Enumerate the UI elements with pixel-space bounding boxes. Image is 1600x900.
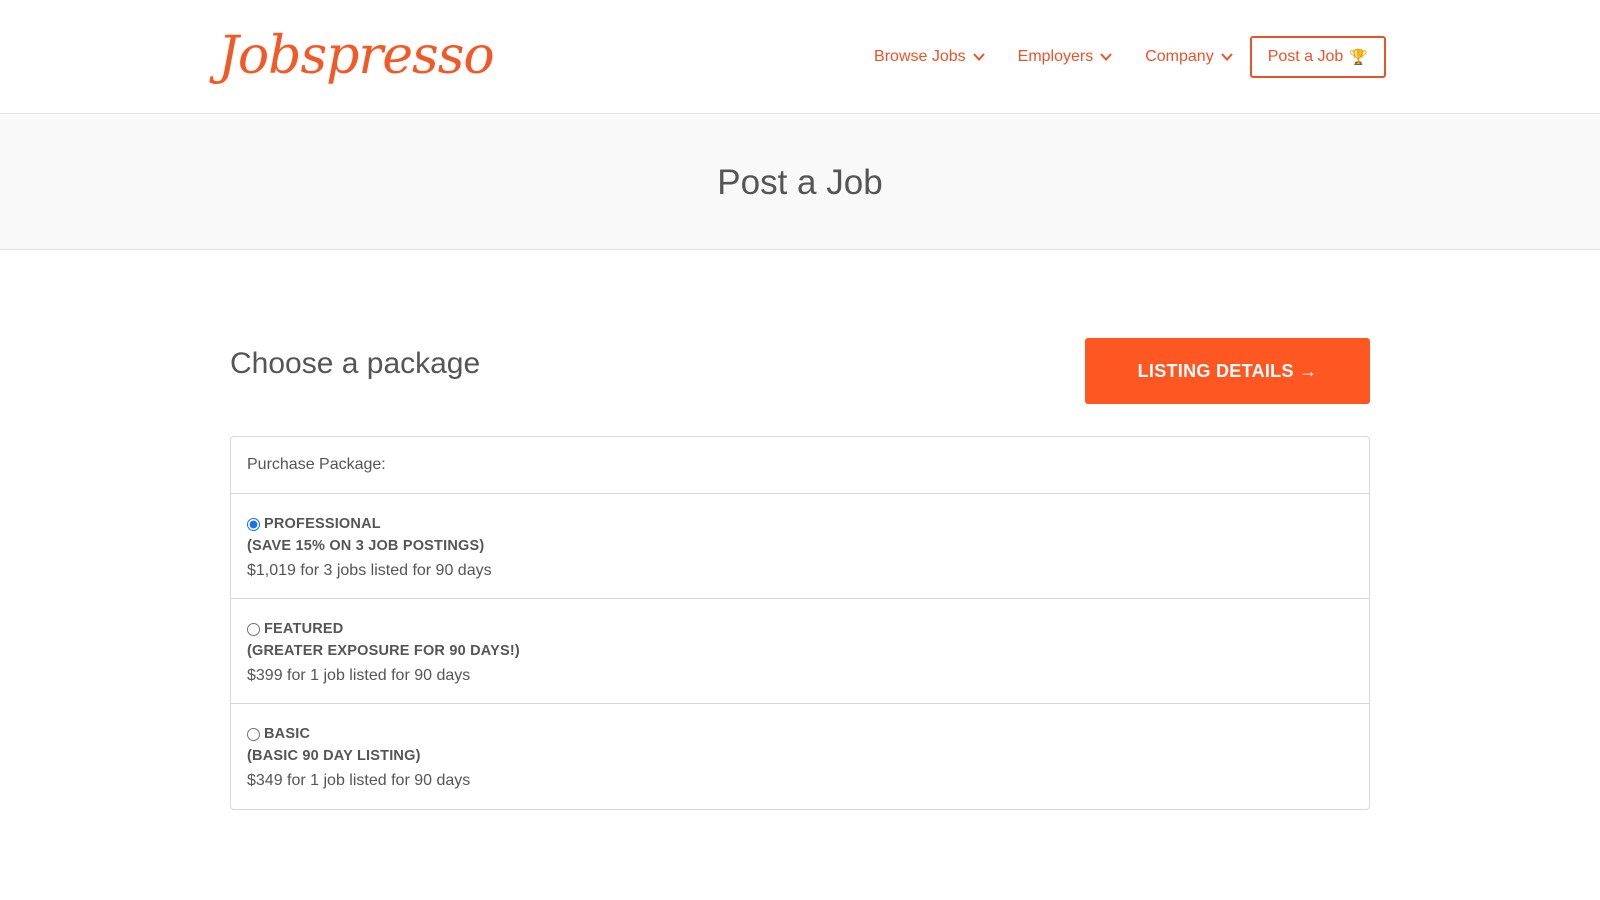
nav-company[interactable]: Company xyxy=(1145,48,1233,66)
post-a-job-label: Post a Job xyxy=(1267,48,1344,65)
chevron-down-icon xyxy=(1220,50,1234,64)
nav-employers[interactable]: Employers xyxy=(1018,48,1114,66)
package-radio-professional[interactable] xyxy=(247,517,260,531)
package-name: PROFESSIONAL xyxy=(264,516,381,532)
package-name: BASIC xyxy=(264,726,311,742)
site-logo[interactable]: Jobspresso xyxy=(218,18,495,94)
section-title: Choose a package xyxy=(230,347,481,380)
panel-header: Purchase Package: xyxy=(231,437,1369,494)
package-radio-basic[interactable] xyxy=(247,727,260,741)
page-banner: Post a Job xyxy=(0,115,1600,250)
nav-employers-label: Employers xyxy=(1017,48,1094,65)
package-price: $399 for 1 job listed for 90 days xyxy=(247,667,471,684)
nav-browse-jobs[interactable]: Browse Jobs xyxy=(874,48,986,66)
package-subtitle: (GREATER EXPOSURE FOR 90 DAYS!) xyxy=(247,643,520,659)
site-header: Jobspresso Browse Jobs Employers Company… xyxy=(0,0,1600,114)
package-subtitle: (SAVE 15% ON 3 JOB POSTINGS) xyxy=(247,538,485,554)
package-option[interactable]: BASIC (BASIC 90 DAY LISTING) $349 for 1 … xyxy=(231,704,1369,809)
listing-details-button[interactable]: LISTING DETAILS → xyxy=(1085,338,1370,404)
package-option[interactable]: PROFESSIONAL (SAVE 15% ON 3 JOB POSTINGS… xyxy=(231,494,1369,599)
package-price: $1,019 for 3 jobs listed for 90 days xyxy=(247,562,492,579)
package-panel: Purchase Package: PROFESSIONAL (SAVE 15%… xyxy=(230,436,1370,810)
package-name: FEATURED xyxy=(264,621,344,637)
chevron-down-icon xyxy=(972,50,986,64)
trophy-icon: 🏆 xyxy=(1349,49,1368,66)
package-price: $349 for 1 job listed for 90 days xyxy=(247,772,471,789)
main-nav: Browse Jobs Employers Company Post a Job… xyxy=(874,36,1386,78)
package-radio-featured[interactable] xyxy=(247,622,260,636)
nav-company-label: Company xyxy=(1145,48,1214,65)
post-a-job-button[interactable]: Post a Job 🏆 xyxy=(1249,36,1386,78)
package-option[interactable]: FEATURED (GREATER EXPOSURE FOR 90 DAYS!)… xyxy=(231,599,1369,704)
package-subtitle: (BASIC 90 DAY LISTING) xyxy=(247,748,421,764)
page-title: Post a Job xyxy=(717,163,883,202)
chevron-down-icon xyxy=(1099,50,1113,64)
nav-browse-jobs-label: Browse Jobs xyxy=(874,48,966,65)
